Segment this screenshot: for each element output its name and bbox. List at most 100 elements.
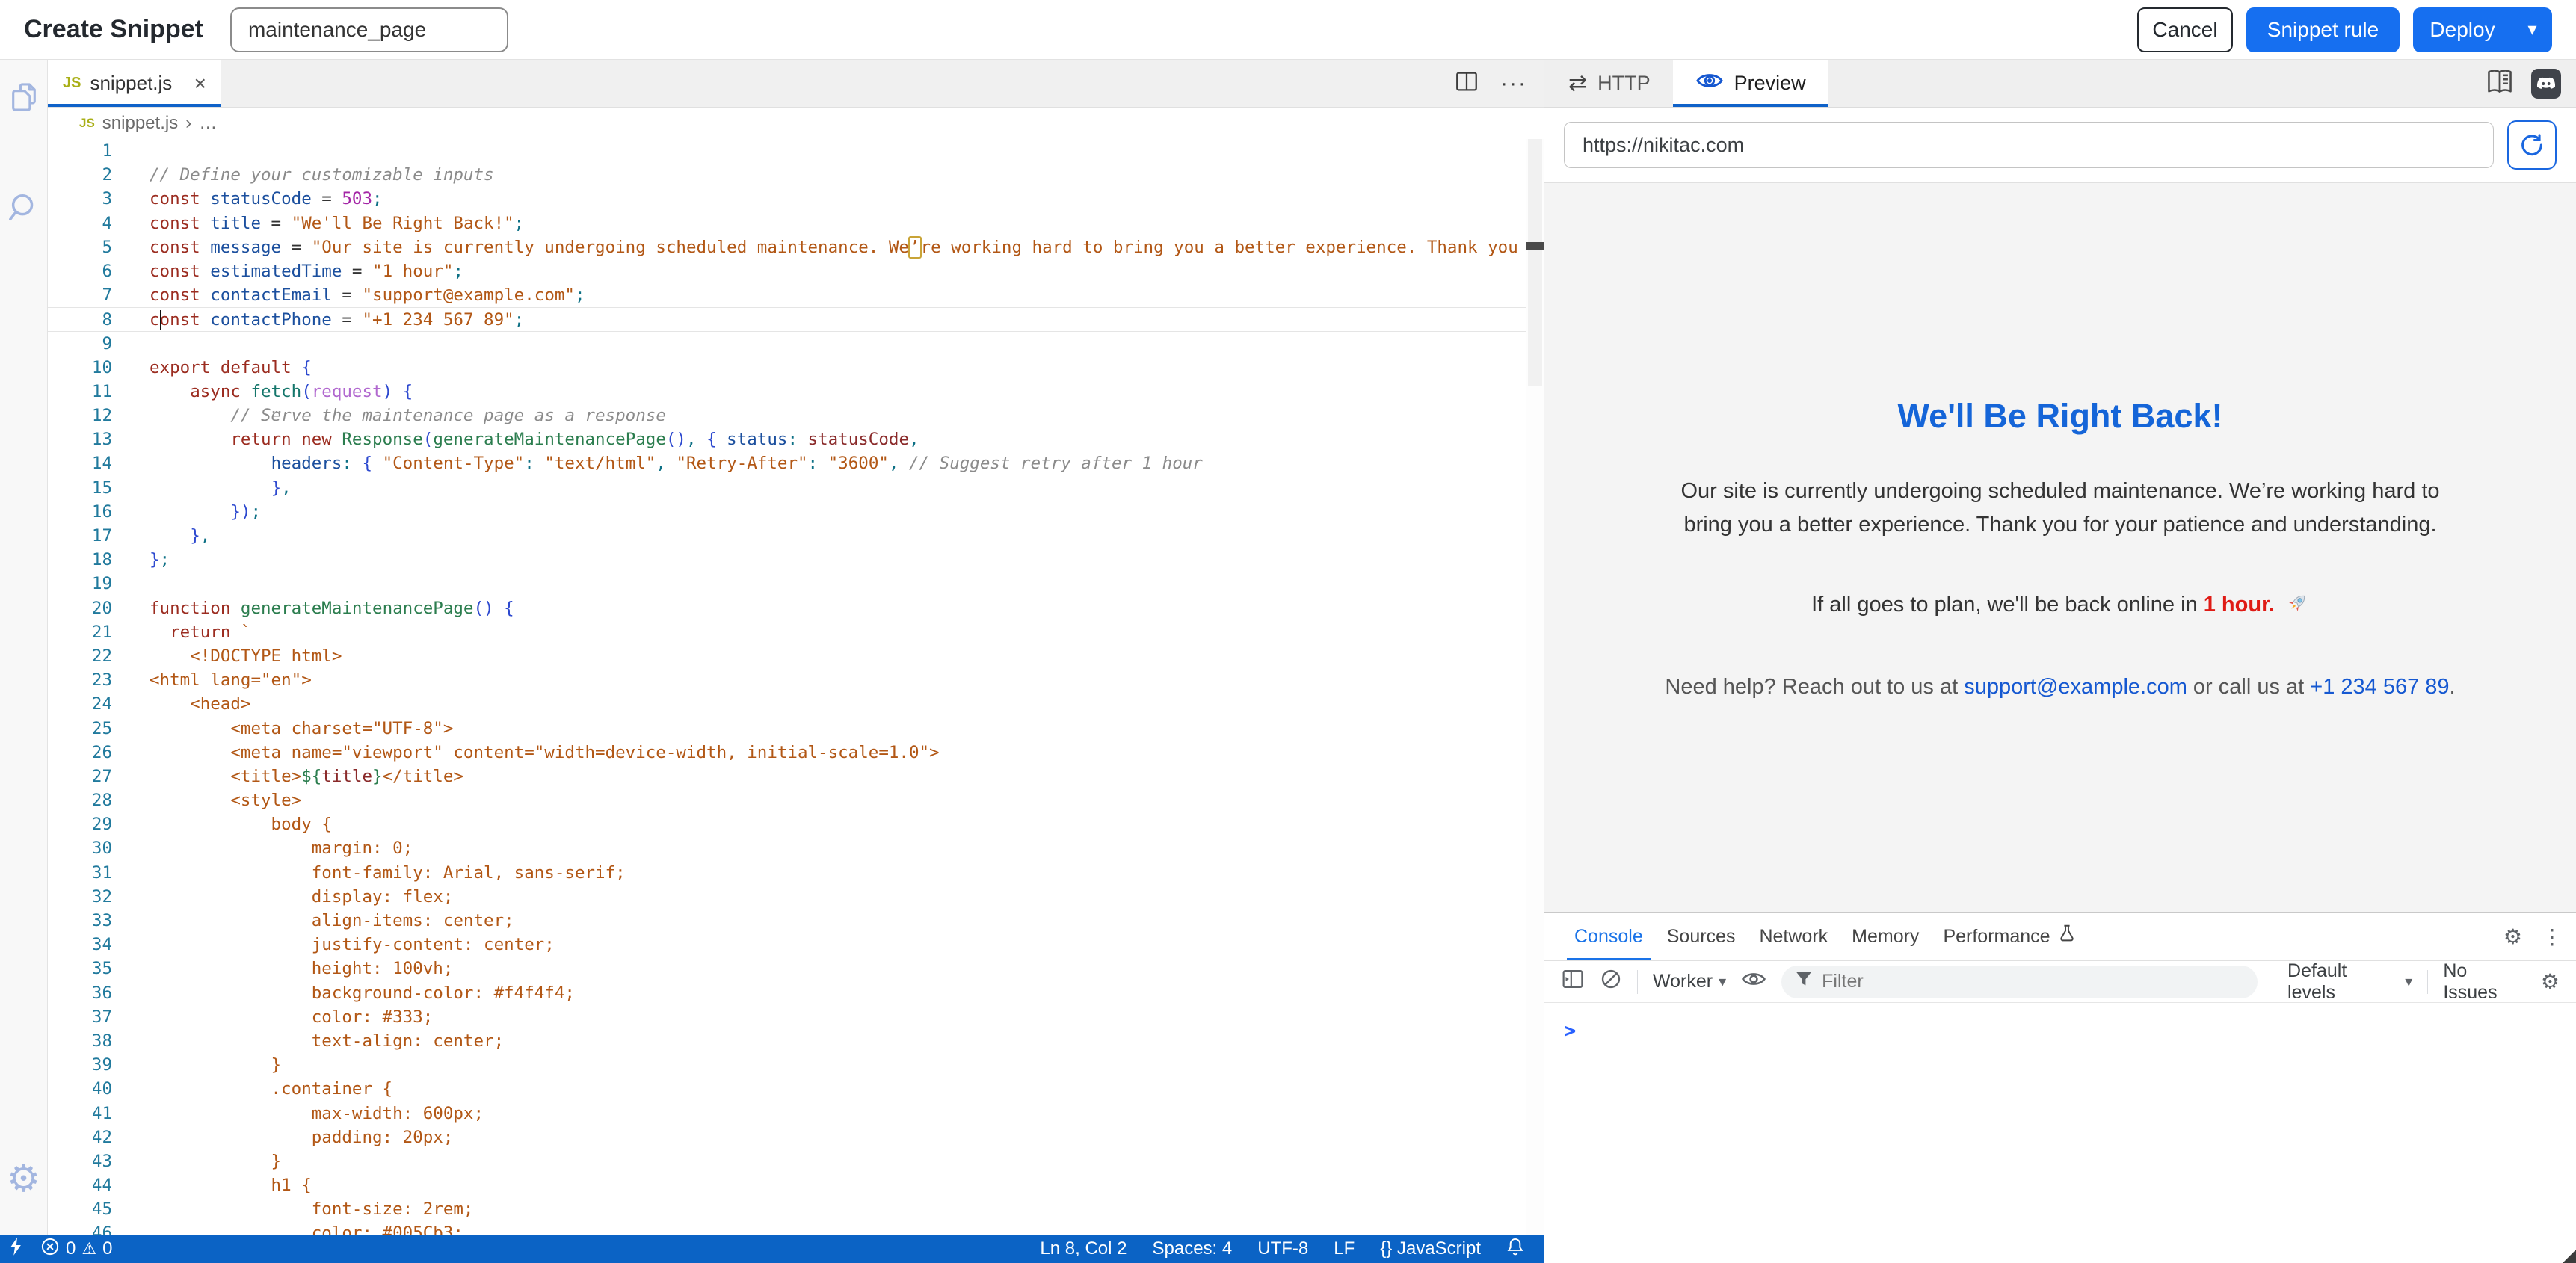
code-line[interactable]: 42 padding: 20px; [48, 1125, 1544, 1149]
split-editor-icon[interactable] [1454, 70, 1479, 97]
code-line[interactable]: 3const statusCode = 503; [48, 187, 1544, 211]
code-line[interactable]: 38 text-align: center; [48, 1029, 1544, 1053]
line-number: 12 [48, 404, 112, 427]
code-line[interactable]: 34 justify-content: center; [48, 933, 1544, 957]
code-line[interactable]: 28 <style> [48, 788, 1544, 812]
search-icon[interactable] [7, 191, 41, 229]
code-line[interactable]: 37 color: #333; [48, 1005, 1544, 1029]
code-line[interactable]: 8const contactPhone = "+1 234 567 89"; [48, 307, 1544, 331]
discord-icon[interactable] [2531, 69, 2561, 99]
console-output[interactable]: > [1544, 1003, 2576, 1263]
code-line[interactable]: 25 <meta charset="UTF-8"> [48, 717, 1544, 741]
tab-http[interactable]: ⇄ HTTP [1546, 60, 1673, 107]
code-line[interactable]: 16 }); [48, 500, 1544, 524]
status-item[interactable]: Spaces: 4 [1153, 1238, 1233, 1259]
language-mode[interactable]: {} JavaScript [1380, 1238, 1481, 1259]
code-line[interactable]: 44 h1 { [48, 1173, 1544, 1197]
tab-snippet-js[interactable]: JS snippet.js × [48, 60, 221, 107]
code-line[interactable]: 39 } [48, 1053, 1544, 1077]
code-line[interactable]: 18}; [48, 548, 1544, 572]
code-line[interactable]: 31 font-family: Arial, sans-serif; [48, 861, 1544, 885]
issues-counter[interactable]: No Issues [2443, 960, 2526, 1004]
code-line[interactable]: 22 <!DOCTYPE html> [48, 644, 1544, 668]
status-item[interactable]: Ln 8, Col 2 [1040, 1238, 1127, 1259]
settings-gear-icon[interactable]: ⚙ [7, 1160, 40, 1197]
code-line[interactable]: 6const estimatedTime = "1 hour"; [48, 259, 1544, 283]
filter-input[interactable] [1822, 971, 2244, 992]
cancel-button[interactable]: Cancel [2137, 7, 2233, 52]
code-line[interactable]: 20function generateMaintenancePage() { [48, 596, 1544, 620]
code-line[interactable]: 23<html lang="en"> [48, 668, 1544, 692]
context-selector[interactable]: Worker ▾ [1653, 971, 1726, 992]
code-line[interactable]: 19 [48, 572, 1544, 596]
code-line[interactable]: 21 return ` [48, 620, 1544, 644]
code-line[interactable]: 43 } [48, 1149, 1544, 1173]
editor-column: JS snippet.js × ··· JS snippet.js [48, 60, 1544, 1263]
clear-console-icon[interactable] [1600, 968, 1622, 995]
code-line[interactable]: 9 [48, 332, 1544, 356]
problems-indicator[interactable]: 0 ⚠ 0 [40, 1237, 112, 1262]
remote-indicator-icon[interactable] [7, 1235, 24, 1263]
code-line[interactable]: 26 <meta name="viewport" content="width=… [48, 741, 1544, 765]
code-line[interactable]: 27 <title>${title}</title> [48, 765, 1544, 788]
devtools-tab-console[interactable]: Console [1562, 913, 1655, 960]
code-line[interactable]: 41 max-width: 600px; [48, 1102, 1544, 1125]
notifications-bell-icon[interactable] [1506, 1237, 1524, 1262]
code-line[interactable]: 32 display: flex; [48, 885, 1544, 909]
breadcrumb[interactable]: JS snippet.js › … [48, 108, 1544, 139]
phone-link[interactable]: +1 234 567 89 [2310, 675, 2449, 699]
code-line[interactable]: 45 font-size: 2rem; [48, 1197, 1544, 1221]
resize-handle[interactable] [2563, 1250, 2576, 1263]
code-line[interactable]: 1 [48, 139, 1544, 163]
devtools-tab-network[interactable]: Network [1747, 913, 1840, 960]
code-line[interactable]: 4const title = "We'll Be Right Back!"; [48, 211, 1544, 235]
code-line[interactable]: 40 .container { [48, 1077, 1544, 1101]
code-line[interactable]: 2// Define your customizable inputs [48, 163, 1544, 187]
log-levels-selector[interactable]: Default levels ▾ [2287, 960, 2412, 1004]
snippet-name-input[interactable] [230, 7, 508, 52]
devtools-tab-sources[interactable]: Sources [1655, 913, 1748, 960]
editor-scrollbar[interactable] [1526, 139, 1544, 1263]
url-input[interactable] [1564, 122, 2494, 168]
devtools-settings-icon[interactable]: ⚙ [2503, 924, 2522, 949]
kebab-menu-icon[interactable]: ⋮ [2542, 924, 2563, 949]
console-settings-icon[interactable]: ⚙ [2541, 969, 2560, 994]
close-icon[interactable]: × [194, 72, 206, 96]
line-number: 2 [48, 163, 112, 187]
devtools-tab-performance[interactable]: Performance [1931, 913, 2087, 960]
devtools-tab-memory[interactable]: Memory [1840, 913, 1931, 960]
refresh-button[interactable] [2507, 120, 2557, 170]
scrollbar-thumb[interactable] [1528, 139, 1542, 386]
code-line[interactable]: 30 margin: 0; [48, 836, 1544, 860]
code-line[interactable]: 13 return new Response(generateMaintenan… [48, 427, 1544, 451]
status-item[interactable]: UTF-8 [1257, 1238, 1308, 1259]
code-line[interactable]: 14 headers: { "Content-Type": "text/html… [48, 451, 1544, 475]
code-line[interactable]: 5const message = "Our site is currently … [48, 235, 1544, 259]
snippet-rule-button[interactable]: Snippet rule [2246, 7, 2400, 52]
code-line[interactable]: 33 align-items: center; [48, 909, 1544, 933]
code-editor[interactable]: 12// Define your customizable inputs3con… [48, 139, 1544, 1263]
tab-preview[interactable]: Preview [1673, 60, 1828, 107]
help-mid: or call us at [2187, 675, 2310, 699]
console-sidebar-toggle-icon[interactable] [1561, 968, 1585, 995]
code-line[interactable]: 10export default { [48, 356, 1544, 380]
code-line[interactable]: 35 height: 100vh; [48, 957, 1544, 981]
code-line[interactable]: 29 body { [48, 812, 1544, 836]
deploy-button[interactable]: Deploy [2413, 7, 2512, 52]
more-actions-icon[interactable]: ··· [1500, 71, 1527, 96]
inline-hint: … [272, 399, 283, 417]
files-icon[interactable] [7, 79, 40, 119]
console-filter[interactable] [1781, 966, 2258, 998]
code-line[interactable]: 17 }, [48, 524, 1544, 548]
code-line[interactable]: 24 <head> [48, 692, 1544, 716]
code-line[interactable]: 36 background-color: #f4f4f4; [48, 981, 1544, 1005]
live-expression-eye-icon[interactable] [1741, 969, 1766, 994]
deploy-dropdown-button[interactable]: ▾ [2512, 7, 2552, 52]
status-item[interactable]: LF [1334, 1238, 1355, 1259]
code-line[interactable]: 15 }, [48, 476, 1544, 500]
preview-pane: ⇄ HTTP Preview [1544, 60, 2576, 1263]
docs-book-icon[interactable] [2485, 67, 2515, 100]
support-email-link[interactable]: support@example.com [1964, 675, 2187, 699]
code-line[interactable]: 7const contactEmail = "support@example.c… [48, 283, 1544, 307]
console-prompt[interactable]: > [1564, 1019, 1576, 1043]
